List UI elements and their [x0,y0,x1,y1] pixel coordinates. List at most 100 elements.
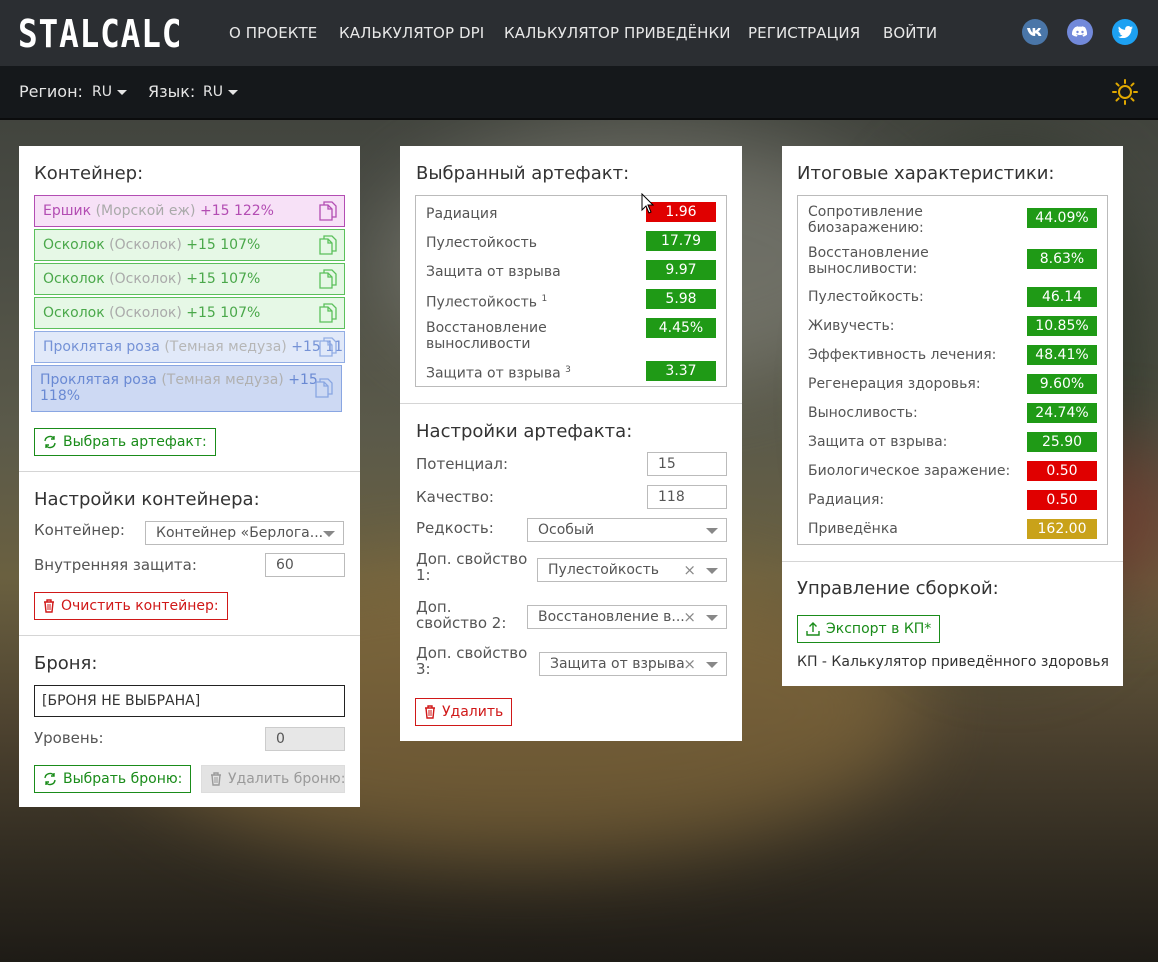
total-stat-value: 0.50 [1027,490,1097,510]
select-artifact-button[interactable]: Выбрать артефакт: [34,428,216,456]
nav-register[interactable]: РЕГИСТРАЦИЯ [748,24,860,42]
copy-icon[interactable] [315,378,333,402]
upload-icon [806,622,820,636]
artifact-stat-footnote: 3 [565,365,571,375]
totals-panel: Итоговые характеристики: Сопротивление б… [782,146,1123,686]
nav-about[interactable]: О ПРОЕКТЕ [229,24,317,42]
artifact-type: (Осколок) [109,271,182,287]
clear-icon[interactable]: × [683,561,696,579]
chevron-down-icon [706,615,718,621]
copy-icon[interactable] [319,235,337,259]
artifact-stat-label: Защита от взрыва [426,264,626,280]
container-artifact-item[interactable]: Осколок (Осколок) +15 107% [34,229,345,261]
select-artifact-label: Выбрать артефакт: [63,434,207,450]
artifact-stat-text: Восстановление выносливости [426,320,547,352]
twitter-icon[interactable] [1112,19,1138,45]
dragging-artifact-item[interactable]: Проклятая роза (Темная медуза) +15 118% [31,365,342,412]
artifact-stat-text: Защита от взрыва [426,365,561,382]
extra-property-2-value: Восстановление в... [538,609,685,625]
artifact-stat-label: Защита от взрыва 3 [426,362,626,382]
artifact-panel: Выбранный артефакт: Радиация 1.96 Пулестой… [400,146,742,741]
artifact-stat-value: 17.79 [646,231,716,251]
extra-property-3-select[interactable]: Защита от взрыва × [539,652,727,676]
artifact-bonus: +15 122% [199,203,274,219]
delete-artifact-button[interactable]: Удалить [415,698,513,726]
artifact-type: (Осколок) [109,237,182,253]
nav-login[interactable]: ВОЙТИ [883,24,937,42]
region-select[interactable]: RU [92,84,127,100]
site-logo[interactable]: STALCALC [18,12,182,56]
extra-property-3-label: Доп. свойство 3: [416,644,528,678]
region-label: Регион: [19,82,83,101]
artifact-type: (Темная медуза) [164,339,287,355]
rarity-select[interactable]: Особый [527,518,727,542]
artifact-type: (Темная медуза) [161,372,284,388]
artifact-stat-value: 9.97 [646,260,716,280]
artifact-name: Осколок [43,271,105,287]
clear-icon[interactable]: × [683,608,696,626]
potential-input[interactable]: 15 [647,452,727,476]
total-stat-label: Живучесть: [808,318,895,334]
copy-icon[interactable] [319,269,337,293]
nav-reduced-calculator[interactable]: КАЛЬКУЛЯТОР ПРИВЕДЁНКИ [504,24,731,42]
chevron-down-icon [706,662,718,668]
container-settings-title: Настройки контейнера: [34,489,260,510]
clear-icon[interactable]: × [683,655,696,673]
discord-icon[interactable] [1067,19,1093,45]
total-stat-label: Восстановление выносливости: [808,245,929,277]
extra-property-1-select[interactable]: Пулестойкость × [537,558,727,582]
select-armor-button[interactable]: Выбрать броню: [34,765,192,793]
export-button[interactable]: Экспорт в КП* [797,615,941,643]
artifact-stat-label: Радиация [426,206,626,222]
armor-field[interactable]: [БРОНЯ НЕ ВЫБРАНА] [34,685,345,717]
artifact-type: (Морской еж) [95,203,196,219]
copy-icon[interactable] [319,337,337,361]
artifact-name: Ершик [43,203,92,219]
artifact-stat-footnote: 1 [541,294,548,304]
total-stat-value: 8.63% [1027,249,1097,269]
artifact-stat-label: Пулестойкость 1 [426,291,626,311]
container-artifact-item[interactable]: Проклятая роза (Темная медуза) +15 118% [34,331,345,363]
language-select[interactable]: RU [203,84,238,100]
extra-property-1-value: Пулестойкость [548,562,660,578]
container-artifact-item[interactable]: Ершик (Морской еж) +15 122% [34,195,345,227]
delete-armor-button[interactable]: Удалить броню: [201,765,345,793]
export-label: Экспорт в КП* [826,621,932,637]
inner-protection-input[interactable]: 60 [265,553,345,577]
total-stat-label: Регенерация здоровья: [808,376,981,392]
vk-icon[interactable] [1022,19,1048,45]
chevron-down-icon [227,89,238,95]
artifact-stat-value: 3.37 [646,361,716,381]
quality-input[interactable]: 118 [647,485,727,509]
nav-dpi-calculator[interactable]: КАЛЬКУЛЯТОР DPI [339,24,484,42]
artifact-stat-text: Защита от взрыва [426,264,561,280]
trash-icon [210,772,222,786]
artifact-type: (Осколок) [109,305,182,321]
container-artifact-item[interactable]: Осколок (Осколок) +15 107% [34,263,345,295]
artifact-name: Проклятая роза [43,339,160,355]
potential-label: Потенциал: [416,455,509,473]
rarity-value: Особый [538,522,595,538]
theme-toggle-sun-icon[interactable] [1112,79,1138,109]
total-stat-label: Биологическое заражение: [808,463,1011,479]
top-navbar: STALCALC О ПРОЕКТЕ КАЛЬКУЛЯТОР DPI КАЛЬК… [0,0,1158,66]
artifact-bonus: +15 107% [186,237,261,253]
total-stat-value: 9.60% [1027,374,1097,394]
clear-container-button[interactable]: Очистить контейнер: [34,592,228,620]
container-artifact-item[interactable]: Осколок (Осколок) +15 107% [34,297,345,329]
container-type-select[interactable]: Контейнер «Берлога... [145,521,344,545]
armor-level-input[interactable]: 0 [265,727,345,751]
total-stat-value: 48.41% [1027,345,1097,365]
copy-icon[interactable] [319,201,337,225]
artifact-bonus: +15 107% [186,271,261,287]
totals-stats-box: Сопротивление биозаражению: 44.09% Восстан… [797,195,1108,545]
total-stat-value: 25.90 [1027,432,1097,452]
total-stat-value: 44.09% [1027,208,1097,228]
artifact-settings-title: Настройки артефакта: [416,421,633,442]
divider [19,471,360,472]
total-stat-label: Защита от взрыва: [808,434,948,450]
extra-property-2-select[interactable]: Восстановление в... × [527,605,727,629]
rarity-label: Редкость: [416,519,494,537]
chevron-down-icon [116,89,127,95]
copy-icon[interactable] [319,303,337,327]
